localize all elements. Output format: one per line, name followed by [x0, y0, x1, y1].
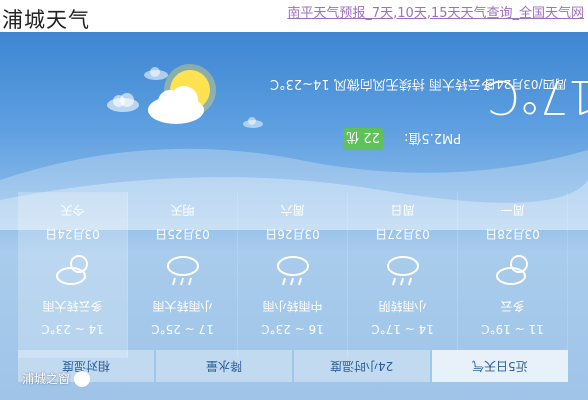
rain-cloud-icon [166, 256, 199, 286]
forecast-days: 今天 03月24日 多云转大雨 14 ~ 23°C 明天 03月25日 小雨转大… [18, 192, 568, 358]
day-label: 今天 [60, 203, 85, 217]
forecast-day[interactable]: 周六 03月26日 中雨转小雨 16 ~ 23°C [238, 192, 348, 358]
rain-cloud-icon [276, 256, 309, 286]
day-temp-range: 16 ~ 23°C [261, 322, 324, 336]
chart-tabs: 相对湿度 降水量 24小时温度 近5日天气 [18, 350, 568, 382]
rain-cloud-icon [386, 256, 419, 286]
day-temp-range: 14 ~ 17°C [371, 322, 434, 336]
forecast-day[interactable]: 明天 03月25日 小雨转大雨 17 ~ 25°C [128, 192, 238, 358]
day-label: 周日 [390, 203, 415, 217]
tab-label: 降水量 [205, 358, 242, 373]
day-condition: 多云 [500, 299, 525, 313]
sun-cloud-icon [495, 255, 528, 285]
cloud-icon [107, 93, 139, 112]
page-title: 浦城天气 [2, 8, 90, 32]
day-condition: 小雨转大雨 [152, 299, 213, 313]
watermark-text: 浦城之窗 [22, 372, 71, 386]
day-condition: 小雨转阴 [378, 299, 427, 313]
current-condition: 多云转大雨 持续无风向微风 14~23°C [270, 76, 494, 91]
day-temp-range: 11 ~ 19°C [481, 322, 544, 336]
day-date: 03月26日 [265, 227, 320, 241]
day-date: 03月28日 [485, 227, 540, 241]
day-label: 周六 [280, 203, 305, 217]
day-date: 03月25日 [155, 227, 210, 241]
watermark: 浦城之窗 [22, 370, 91, 387]
forecast-day[interactable]: 周日 03月27日 小雨转阴 14 ~ 17°C [348, 192, 458, 358]
current-temperature: 17°C [490, 70, 588, 124]
weather-forecast-link[interactable]: 南平天气预报_7天,10天,15天天气查询_全国天气网 [287, 2, 584, 21]
day-label: 明天 [170, 203, 195, 217]
weather-widget: 周四/03月24日 多云转大雨 持续无风向微风 14~23°C 17°C PM2… [0, 32, 588, 400]
day-label: 周一 [500, 203, 525, 217]
tab-precipitation[interactable]: 降水量 [156, 350, 292, 382]
day-condition: 多云转大雨 [42, 299, 103, 313]
tab-5-day[interactable]: 近5日天气 [432, 350, 568, 382]
tab-label: 近5日天气 [472, 358, 528, 373]
tab-24h-temperature[interactable]: 24小时温度 [294, 350, 430, 382]
chat-bubble-icon [74, 370, 91, 387]
day-date: 03月27日 [375, 227, 430, 241]
pm25-badge: 22 优 [343, 128, 383, 150]
day-temp-range: 17 ~ 25°C [151, 322, 214, 336]
sun-cloud-icon [148, 64, 216, 124]
forecast-day[interactable]: 今天 03月24日 多云转大雨 14 ~ 23°C [18, 192, 128, 358]
cloud-icon [243, 117, 263, 128]
tab-label: 24小时温度 [330, 358, 394, 373]
day-date: 03月24日 [45, 227, 100, 241]
forecast-day[interactable]: 周一 03月28日 多云 11 ~ 19°C [458, 192, 568, 358]
pm25-label: PM2.5值: [404, 130, 462, 145]
day-condition: 中雨转小雨 [262, 299, 323, 313]
sun-cloud-icon [55, 255, 88, 285]
day-temp-range: 14 ~ 23°C [41, 322, 104, 336]
